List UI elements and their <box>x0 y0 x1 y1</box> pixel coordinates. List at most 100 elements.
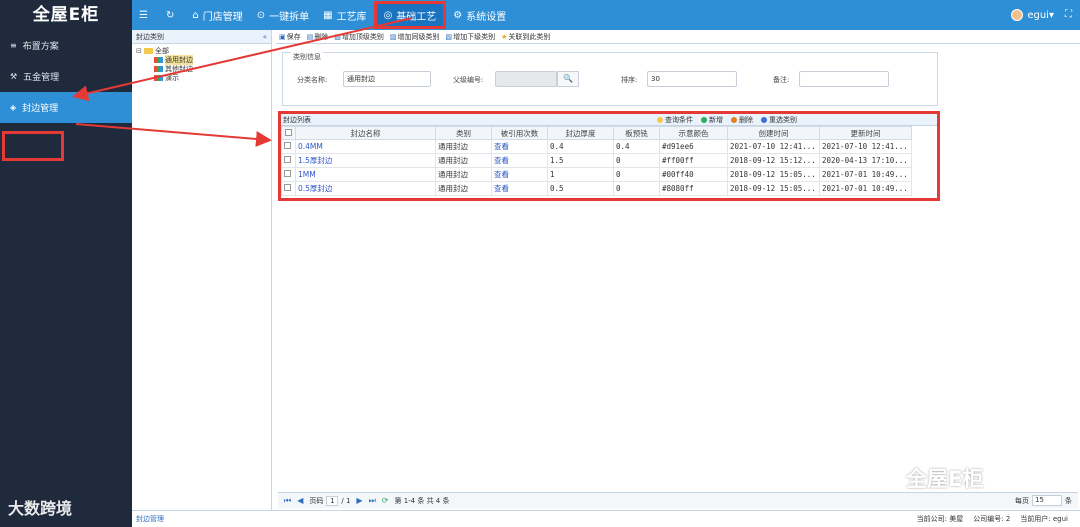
nav-system-settings[interactable]: ⚙ 系统设置 <box>446 0 513 30</box>
save-button[interactable]: ▣ 保存 <box>279 32 301 42</box>
checkbox-icon <box>284 142 291 149</box>
row-checkbox[interactable] <box>281 153 296 168</box>
plus-icon <box>701 117 707 123</box>
cell-created: 2018-09-12 15:12... <box>727 153 820 168</box>
breadcrumb[interactable]: 封边管理 <box>136 511 164 527</box>
cell-thickness: 0.5 <box>547 181 614 196</box>
nav-basic-craft[interactable]: ◎ 基础工艺 <box>373 1 447 29</box>
cell-created: 2018-09-12 15:05... <box>727 167 820 182</box>
reselect-category-button[interactable]: 重选类别 <box>761 114 797 126</box>
category-name-input[interactable]: 通用封边 <box>343 71 431 87</box>
menu-toggle-button[interactable]: ☰ <box>132 0 159 30</box>
note-label: 备注: <box>773 76 790 84</box>
parent-no-input[interactable] <box>495 71 557 87</box>
edge-list-grid: 封边列表 查询条件 新增 删除 重选类别 封边名称 类别 被引用次数 封边厚度 … <box>278 111 940 201</box>
view-link[interactable]: 查看 <box>491 167 548 182</box>
nav-one-click-split[interactable]: ⊙ 一键拆单 <box>250 0 316 30</box>
button-label: 删除 <box>739 116 753 124</box>
view-link[interactable]: 查看 <box>491 181 548 196</box>
table-row[interactable]: 1.5厚封边 通用封边 查看 1.5 0 #ff00ff 2018-09-12 … <box>281 153 912 168</box>
button-label: 增加下级类别 <box>453 32 496 41</box>
add-child-category-button[interactable]: ▨ 增加下级类别 <box>446 32 496 42</box>
cell-color: #00ff40 <box>659 167 728 182</box>
next-page-icon[interactable]: ▶ <box>356 496 362 505</box>
column-header[interactable]: 类别 <box>435 126 492 140</box>
delete-button[interactable]: ▤ 删除 <box>307 32 329 42</box>
prev-page-icon[interactable]: ◀ <box>297 496 303 505</box>
cell-name[interactable]: 0.4MM <box>295 139 436 154</box>
view-link[interactable]: 查看 <box>491 139 548 154</box>
sidebar-item-layout-plan[interactable]: ≡ 布置方案 <box>0 30 132 61</box>
add-top-category-button[interactable]: ▨ 增加顶级类别 <box>334 32 384 42</box>
nav-craft-library[interactable]: ▦ 工艺库 <box>316 0 373 30</box>
sidebar-item-edge-banding[interactable]: ◈ 封边管理 <box>0 92 132 123</box>
checkbox-icon <box>284 170 291 177</box>
first-page-icon[interactable]: ⏮ <box>284 496 291 506</box>
row-checkbox[interactable] <box>281 181 296 196</box>
save-icon: ▣ <box>279 32 286 41</box>
tree-node[interactable]: 其他封边 <box>136 64 267 73</box>
panel-header: 封边类别 « <box>132 30 271 44</box>
last-page-icon[interactable]: ⏭ <box>369 496 376 506</box>
note-textarea[interactable] <box>799 71 889 87</box>
collapse-toggle-icon[interactable]: ⊟ <box>136 47 144 55</box>
company-number: 公司编号: 2 <box>973 515 1011 523</box>
order-label: 排序: <box>621 76 638 84</box>
sidebar-item-hardware[interactable]: ⚒ 五金管理 <box>0 61 132 92</box>
sidebar: ≡ 布置方案 ⚒ 五金管理 ◈ 封边管理 <box>0 30 132 527</box>
cell-updated: 2021-07-01 10:49... <box>819 181 912 196</box>
row-checkbox[interactable] <box>281 139 296 154</box>
collapse-icon[interactable]: « <box>263 30 267 44</box>
column-header[interactable]: 封边名称 <box>295 126 436 140</box>
refresh-icon[interactable]: ⟳ <box>382 496 389 505</box>
parent-no-label: 父级编号: <box>453 76 484 84</box>
form-row: 分类名称: 通用封边 父级编号: 🔍 排序: 30 备注: <box>283 71 939 89</box>
table-row[interactable]: 0.5厚封边 通用封边 查看 0.5 0 #8080ff 2018-09-12 … <box>281 181 912 196</box>
cell-updated: 2021-07-01 10:49... <box>819 167 912 182</box>
button-label: 新增 <box>709 116 723 124</box>
table-row[interactable]: 0.4MM 通用封边 查看 0.4 0.4 #d91ee6 2021-07-10… <box>281 139 912 154</box>
column-header[interactable]: 更新时间 <box>819 126 912 140</box>
search-icon[interactable]: 🔍 <box>557 71 579 87</box>
page-number-input[interactable]: 1 <box>326 495 339 506</box>
column-header[interactable]: 被引用次数 <box>491 126 548 140</box>
cell-thickness: 1.5 <box>547 153 614 168</box>
view-link[interactable]: 查看 <box>491 153 548 168</box>
user-menu[interactable]: egui ▾ <box>1011 0 1054 30</box>
refresh-button[interactable]: ↻ <box>159 0 185 30</box>
tree-node[interactable]: 通用封边 <box>136 54 267 65</box>
column-header[interactable]: 创建时间 <box>727 126 820 140</box>
column-header[interactable]: 板预铣 <box>613 126 660 140</box>
add-icon: ▨ <box>445 32 453 41</box>
cell-created: 2018-09-12 15:05... <box>727 181 820 196</box>
delete-rows-button[interactable]: 删除 <box>731 114 753 126</box>
row-checkbox[interactable] <box>281 167 296 182</box>
cell-updated: 2021-07-10 12:41... <box>819 139 912 154</box>
nav-store-management[interactable]: ⌂ 门店管理 <box>185 0 249 30</box>
top-bar: 全屋E柜 ☰ ↻ ⌂ 门店管理 ⊙ 一键拆单 ▦ 工艺库 ◎ 基础工艺 ⚙ 系统设置 eg… <box>0 0 1080 30</box>
fullscreen-icon[interactable]: ⛶ <box>1065 9 1072 20</box>
column-header[interactable]: 封边厚度 <box>547 126 614 140</box>
tree-node-root[interactable]: ⊟ 全部 <box>136 46 267 55</box>
user-name: egui <box>1027 9 1049 21</box>
cell-name[interactable]: 1MM <box>295 167 436 182</box>
cell-color: #8080ff <box>659 181 728 196</box>
select-all-checkbox[interactable] <box>281 126 296 140</box>
button-label: 增加同级类别 <box>397 32 440 41</box>
sidebar-item-label: 布置方案 <box>22 42 59 52</box>
app-logo[interactable]: 全屋E柜 <box>0 0 132 30</box>
per-page-unit: 条 <box>1065 496 1072 505</box>
query-conditions-button[interactable]: 查询条件 <box>657 114 693 126</box>
tree-node[interactable]: 演示 <box>136 73 267 82</box>
table-row[interactable]: 1MM 通用封边 查看 1 0 #00ff40 2018-09-12 15:05… <box>281 167 912 182</box>
order-input[interactable]: 30 <box>647 71 737 87</box>
record-summary: 第 1-4 条 共 4 条 <box>394 496 450 505</box>
cell-name[interactable]: 1.5厚封边 <box>295 153 436 168</box>
add-sibling-category-button[interactable]: ▨ 增加同级类别 <box>390 32 440 42</box>
column-header[interactable]: 示意颜色 <box>659 126 728 140</box>
page-size-select[interactable]: 15 <box>1032 495 1062 506</box>
link-category-button[interactable]: ★ 关联到此类别 <box>501 32 550 42</box>
cell-name[interactable]: 0.5厚封边 <box>295 181 436 196</box>
add-button[interactable]: 新增 <box>701 114 723 126</box>
search-icon <box>657 117 663 123</box>
